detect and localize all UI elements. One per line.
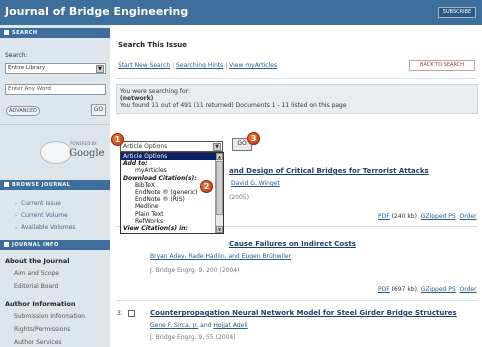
article-checkbox-3[interactable] (128, 310, 135, 317)
google-logo[interactable] (40, 141, 72, 164)
back-to-search-button[interactable]: BACK TO SEARCH (409, 60, 475, 71)
start-new-search-link[interactable]: Start New Search (118, 62, 170, 69)
library-select[interactable]: Entire Library ▼ (5, 63, 106, 74)
article-ref-3: J. Bridge Engrg. 9, 55 (2004) (150, 334, 236, 341)
sidebar-item-editorial-board[interactable]: Editorial Board (14, 283, 58, 290)
dropdown-option[interactable]: Article Options (121, 153, 216, 161)
sidebar-go-button[interactable]: GO (91, 104, 106, 116)
article-title-2[interactable]: Cause Failures on Indirect Costs (229, 240, 356, 248)
scroll-down-icon[interactable]: ▼ (216, 226, 223, 233)
gzipped-ps-link[interactable]: GZipped PS (421, 286, 456, 293)
page-title: Search This Issue (118, 41, 187, 49)
sidebar-item-current-issue[interactable]: › Current Issue (15, 200, 61, 207)
search-links: Start New Search | Searching Hints | Vie… (118, 62, 277, 69)
pdf-link[interactable]: PDF (378, 286, 390, 293)
divider (116, 78, 476, 79)
google-label: Google (69, 148, 105, 159)
searching-hints-link[interactable]: Searching Hints (176, 62, 223, 69)
article-title-1[interactable]: and Design of Critical Bridges for Terro… (229, 167, 429, 175)
about-journal-title: About the Journal (5, 257, 70, 265)
gzipped-ps-link[interactable]: GZipped PS (421, 213, 456, 220)
article-ref-1: (2005) (229, 194, 249, 201)
dropdown-option: View Citation(s) in: (123, 225, 188, 233)
sidebar-item-submission[interactable]: Submission Information (14, 313, 85, 320)
article-options-select[interactable]: Article Options ▼ (120, 141, 223, 152)
chevron-right-icon: › (15, 201, 17, 207)
chevron-right-icon: › (15, 213, 17, 219)
dropdown-option[interactable]: Medline (121, 203, 216, 210)
order-link[interactable]: Order (460, 213, 477, 220)
divider (0, 124, 110, 125)
sidebar-item-available-volumes[interactable]: › Available Volumes (15, 224, 76, 231)
powered-by-label: POWERED BY (70, 141, 97, 146)
journal-info-header: JOURNAL INFO (0, 240, 110, 250)
chevron-right-icon: › (15, 225, 17, 231)
article-links-2: PDF (697 kb) GZipped PS Order (378, 286, 477, 293)
author-link[interactable]: Gene F. Sirca, Jr. (150, 322, 198, 329)
callout-badge-1: 1 (111, 133, 124, 146)
dropdown-items: Article Options Add to: myArticles Download… (121, 153, 216, 232)
dropdown-option[interactable]: myArticles (121, 167, 216, 174)
sidebar-item-current-volume[interactable]: › Current Volume (15, 212, 68, 219)
article-number-3: 3. (117, 310, 123, 317)
sidebar-item-rights[interactable]: Rights/Permissions (14, 326, 70, 333)
article-authors-2: Bryan Adey, Rade Hadiin, and Eugen Brühw… (150, 253, 291, 260)
dropdown-scrollbar[interactable]: ▲ ▼ (215, 153, 223, 233)
scroll-thumb[interactable] (216, 161, 223, 215)
author-link[interactable]: Hojjat Adeli (213, 322, 247, 329)
info-icon (4, 242, 9, 247)
search-term: (network) (120, 95, 154, 102)
searching-for-label: You were searching for: (120, 88, 191, 95)
file-size: (240 kb) (391, 213, 417, 220)
chevron-right-icon: › (102, 148, 105, 156)
advanced-button[interactable]: ADVANCED (6, 106, 40, 116)
browse-section-header: BROWSE JOURNAL (0, 180, 110, 190)
divider (116, 300, 478, 301)
dropdown-option: Add to: (123, 160, 148, 168)
sidebar-item-aim-scope[interactable]: Aim and Scope (14, 270, 59, 277)
book-icon (4, 182, 9, 187)
chevron-down-icon: ▼ (213, 143, 221, 151)
pdf-link[interactable]: PDF (378, 213, 390, 220)
and-text: and (200, 322, 212, 329)
search-result-info: You were searching for: (network) You fo… (116, 84, 478, 114)
result-count: You found 11 out of 491 (11 returned) Do… (120, 102, 347, 109)
dropdown-option[interactable]: RefWorks (121, 218, 216, 225)
author-link[interactable]: Bryan Adey, Rade Hadiin, and Eugen Brühw… (150, 253, 291, 260)
dropdown-option[interactable]: EndNote ® (RIS) (121, 196, 216, 203)
search-label: Search: (5, 52, 28, 59)
file-size: (697 kb) (391, 286, 417, 293)
author-link[interactable]: David G. Winget (231, 180, 280, 187)
subscribe-button[interactable]: SUBSCRIBE (438, 7, 476, 18)
search-input[interactable]: Enter Any Word (5, 84, 106, 95)
view-myarticles-link[interactable]: View myArticles (229, 62, 277, 69)
callout-badge-2: 2 (200, 180, 213, 193)
journal-title: Journal of Bridge Engineering (5, 5, 189, 18)
article-title-3[interactable]: Counterpropagation Neural Network Model … (150, 309, 457, 317)
article-ref-2: J. Bridge Engrg. 9, 200 (2004) (150, 267, 240, 274)
chevron-down-icon: ▼ (96, 65, 104, 73)
order-link[interactable]: Order (460, 286, 477, 293)
header-bar: Journal of Bridge Engineering SUBSCRIBE (0, 0, 482, 25)
callout-badge-3: 3 (247, 132, 260, 145)
dropdown-option[interactable]: Plain Text (121, 211, 216, 218)
author-info-title: Author Information (5, 300, 76, 308)
search-icon (4, 30, 9, 35)
scroll-up-icon[interactable]: ▲ (216, 153, 223, 160)
search-section-header: SEARCH (0, 28, 110, 38)
article-options-dropdown[interactable]: ▲ ▼ Article Options Add to: myArticles Down… (120, 152, 224, 234)
article-authors-1: David G. Winget (231, 180, 280, 187)
article-authors-3: Gene F. Sirca, Jr. and Hojjat Adeli (150, 322, 248, 329)
article-links-1: PDF (240 kb) GZipped PS Order (378, 213, 477, 220)
sidebar-item-author-services[interactable]: Author Services (14, 339, 61, 346)
